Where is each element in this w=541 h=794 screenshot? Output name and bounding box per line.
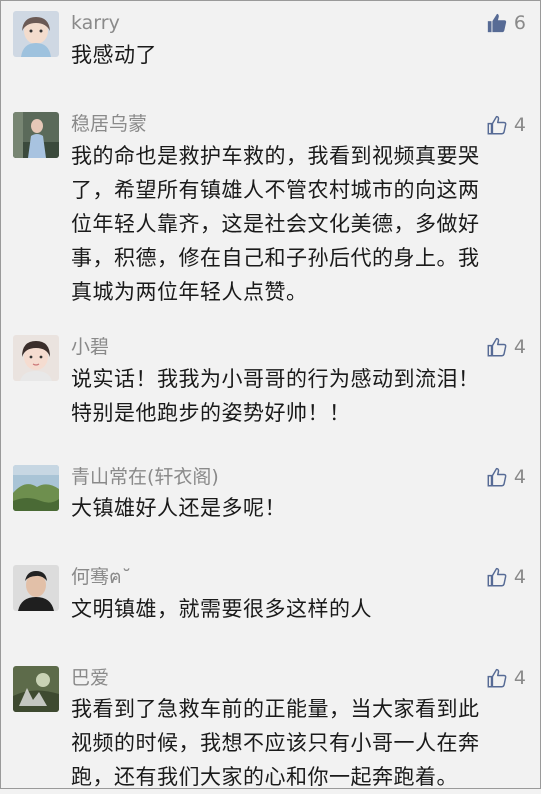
like-button[interactable]: 6 [486, 11, 526, 35]
avatar-image [13, 112, 59, 158]
avatar[interactable] [13, 112, 59, 158]
like-button[interactable]: 4 [486, 335, 526, 359]
avatar-image [13, 465, 59, 511]
comment-text: 我看到了急救车前的正能量，当大家看到此 视频的时候，我想不应该只有小哥一人在奔 … [71, 697, 480, 789]
comment-text: 文明镇雄，就需要很多这样的人 [71, 597, 372, 621]
thumbs-up-filled-icon [487, 13, 507, 33]
like-count: 4 [513, 466, 526, 488]
username[interactable]: 小碧 [71, 336, 109, 358]
like-button[interactable]: 4 [486, 465, 526, 489]
thumbs-up-icon [487, 115, 507, 135]
username[interactable]: 何骞ฅ˘ [71, 566, 131, 588]
avatar-image [13, 565, 59, 611]
like-button[interactable]: 4 [486, 113, 526, 137]
avatar-image [13, 335, 59, 381]
avatar[interactable] [13, 565, 59, 611]
thumbs-up-icon [487, 337, 507, 357]
avatar-image [13, 666, 59, 712]
avatar[interactable] [13, 11, 59, 57]
avatar[interactable] [13, 666, 59, 712]
username[interactable]: 稳居乌蒙 [71, 113, 147, 135]
username[interactable]: karry [71, 12, 120, 34]
like-count: 4 [513, 667, 526, 689]
avatar[interactable] [13, 465, 59, 511]
username[interactable]: 青山常在(轩衣阁) [71, 466, 219, 488]
comment-text: 大镇雄好人还是多呢！ [71, 496, 286, 520]
thumbs-up-icon [487, 567, 507, 587]
like-count: 4 [513, 336, 526, 358]
username[interactable]: 巴爱 [71, 667, 109, 689]
comment-text: 我的命也是救护车救的，我看到视频真要哭 了，希望所有镇雄人不管农村城市的向这两 … [71, 144, 480, 304]
like-button[interactable]: 4 [486, 666, 526, 690]
thumbs-up-icon [487, 668, 507, 688]
like-button[interactable]: 4 [486, 565, 526, 589]
comment-text: 说实话！我我为小哥哥的行为感动到流泪！ 特别是他跑步的姿势好帅！！ [71, 367, 480, 425]
like-count: 6 [513, 12, 526, 34]
avatar[interactable] [13, 335, 59, 381]
comment-text: 我感动了 [71, 43, 157, 67]
like-count: 4 [513, 114, 526, 136]
like-count: 4 [513, 566, 526, 588]
thumbs-up-icon [487, 467, 507, 487]
avatar-image [13, 11, 59, 57]
